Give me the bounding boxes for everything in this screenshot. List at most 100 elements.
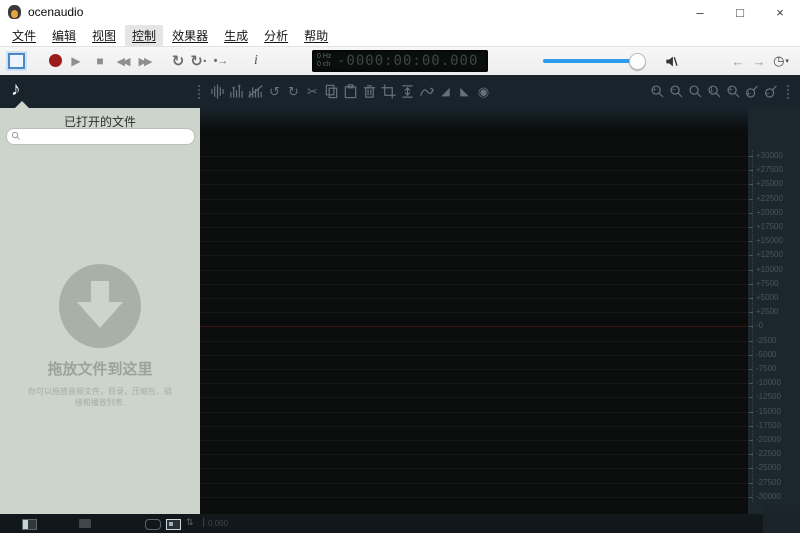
stop-button[interactable]: ■ xyxy=(93,47,107,75)
vertical-zoom-out-icon[interactable]: − xyxy=(762,82,781,102)
ruler-label: -20000 xyxy=(756,436,781,444)
fit-vertical-icon[interactable] xyxy=(398,82,417,102)
vertical-zoom-in-icon[interactable]: + xyxy=(743,82,762,102)
menu-item[interactable]: 视图 xyxy=(85,25,123,46)
ocenaudio-window: ocenaudio – □ × 文件编辑视图控制效果器生成分析帮助 ▶ ■ ◀◀… xyxy=(0,0,800,533)
loop-selection-button[interactable]: ↻· xyxy=(191,47,207,75)
ruler-label: -12500 xyxy=(756,393,781,401)
nav-back-button[interactable]: ← xyxy=(730,47,746,75)
ruler-label: -0 xyxy=(756,322,763,330)
view-thumbnail-icon[interactable] xyxy=(166,519,181,530)
gridline xyxy=(200,184,748,185)
zoom-in-icon[interactable]: + xyxy=(648,82,667,102)
search-box xyxy=(6,128,195,145)
ruler-label: +20000 xyxy=(756,209,783,217)
time-display: 0 Hz 0 ch -0000:00:00.000 xyxy=(312,50,488,72)
fade-out-icon[interactable]: ◣ xyxy=(455,82,474,102)
mix-icon[interactable] xyxy=(417,82,436,102)
separator xyxy=(198,85,202,99)
record-button[interactable] xyxy=(49,54,62,67)
ruler-label: -25000 xyxy=(756,464,781,472)
trim-icon[interactable] xyxy=(379,82,398,102)
ruler-tick xyxy=(749,156,753,157)
menu-item[interactable]: 分析 xyxy=(257,25,295,46)
fast-forward-button[interactable]: ▶▶ xyxy=(134,47,157,75)
ruler-tick xyxy=(749,255,753,256)
menu-item[interactable]: 文件 xyxy=(5,25,43,46)
copy-icon[interactable] xyxy=(322,82,341,102)
active-tab-pointer xyxy=(15,101,29,108)
volume-slider-thumb[interactable] xyxy=(629,53,646,70)
ruler-tick xyxy=(749,241,753,242)
cut-icon[interactable]: ✂ xyxy=(303,82,322,102)
close-button[interactable]: × xyxy=(760,0,800,24)
ruler-label: -27500 xyxy=(756,479,781,487)
ruler-tick xyxy=(749,298,753,299)
zoom-selection-icon[interactable]: + xyxy=(724,82,743,102)
ruler-label: +2500 xyxy=(756,308,778,316)
gridline xyxy=(200,497,748,498)
search-input[interactable] xyxy=(24,129,193,144)
menu-item[interactable]: 生成 xyxy=(217,25,255,46)
ruler-label: +27500 xyxy=(756,166,783,174)
gridline xyxy=(200,355,748,356)
ruler-label: +7500 xyxy=(756,280,778,288)
selection-tool-button[interactable] xyxy=(8,53,25,69)
paste-icon[interactable] xyxy=(341,82,360,102)
ruler-label: -7500 xyxy=(756,365,776,373)
amplitude-ruler: +30000+27500+25000+22500+20000+17500+150… xyxy=(748,108,800,514)
ruler-tick xyxy=(749,170,753,171)
zoom-fit-icon[interactable] xyxy=(686,82,705,102)
title-bar: ocenaudio – □ × xyxy=(0,0,800,24)
sample-rate-label: 0 Hz xyxy=(317,53,331,61)
transport-toolbar: ▶ ■ ◀◀ ▶▶ ↻ ↻· •→ i 0 Hz 0 ch -0000:00:0… xyxy=(0,46,800,76)
rewind-button[interactable]: ◀◀ xyxy=(112,47,135,75)
ruler-tick xyxy=(749,426,753,427)
waveform-area[interactable] xyxy=(200,108,748,514)
zoom-one-icon[interactable]: 1 xyxy=(705,82,724,102)
fade-in-icon[interactable]: ◢ xyxy=(436,82,455,102)
undo-icon[interactable]: ↺ xyxy=(265,82,284,102)
music-note-icon: ♪ xyxy=(11,79,21,101)
sort-arrows-icon[interactable]: ⇅ xyxy=(186,517,194,528)
normalize-icon[interactable]: ◉ xyxy=(474,82,493,102)
channels-label: 0 ch xyxy=(317,61,331,69)
ruler-label: -10000 xyxy=(756,379,781,387)
menu-item[interactable]: 效果器 xyxy=(165,25,215,46)
ruler-tick xyxy=(749,468,753,469)
ruler-label: +5000 xyxy=(756,294,778,302)
toggle-panel-button[interactable] xyxy=(79,519,91,528)
menu-item[interactable]: 帮助 xyxy=(297,25,335,46)
volume-slider[interactable] xyxy=(543,59,639,63)
app-icon xyxy=(8,5,21,19)
redo-icon[interactable]: ↻ xyxy=(284,82,303,102)
zoom-out-icon[interactable]: − xyxy=(667,82,686,102)
view-spectrogram-icon[interactable] xyxy=(246,82,265,102)
play-selection-button[interactable]: •→ xyxy=(212,47,230,75)
loop-button[interactable]: ↻ xyxy=(170,47,186,75)
ruler-tick xyxy=(749,483,753,484)
history-icon: ◷ xyxy=(773,53,784,69)
view-waveform-icon[interactable] xyxy=(208,82,227,102)
history-button[interactable]: ◷ ▾ xyxy=(770,47,792,75)
ruler-label: +15000 xyxy=(756,237,783,245)
maximize-button[interactable]: □ xyxy=(720,0,760,24)
ruler-label: +12500 xyxy=(756,251,783,259)
gridline xyxy=(200,227,748,228)
ruler-tick xyxy=(749,284,753,285)
speaker-icon[interactable] xyxy=(662,47,680,75)
view-spectral-icon[interactable] xyxy=(227,82,246,102)
toggle-file-panel-button[interactable] xyxy=(22,519,37,530)
info-button[interactable]: i xyxy=(249,47,263,75)
resize-corner[interactable] xyxy=(763,505,800,533)
menu-item[interactable]: 控制 xyxy=(125,25,163,46)
play-button[interactable]: ▶ xyxy=(68,47,84,75)
separator xyxy=(787,85,791,99)
gridline xyxy=(200,468,748,469)
loop-region-icon[interactable] xyxy=(145,519,161,530)
nav-forward-button[interactable]: → xyxy=(751,47,767,75)
gridline xyxy=(200,312,748,313)
minimize-button[interactable]: – xyxy=(680,0,720,24)
menu-item[interactable]: 编辑 xyxy=(45,25,83,46)
delete-icon[interactable] xyxy=(360,82,379,102)
